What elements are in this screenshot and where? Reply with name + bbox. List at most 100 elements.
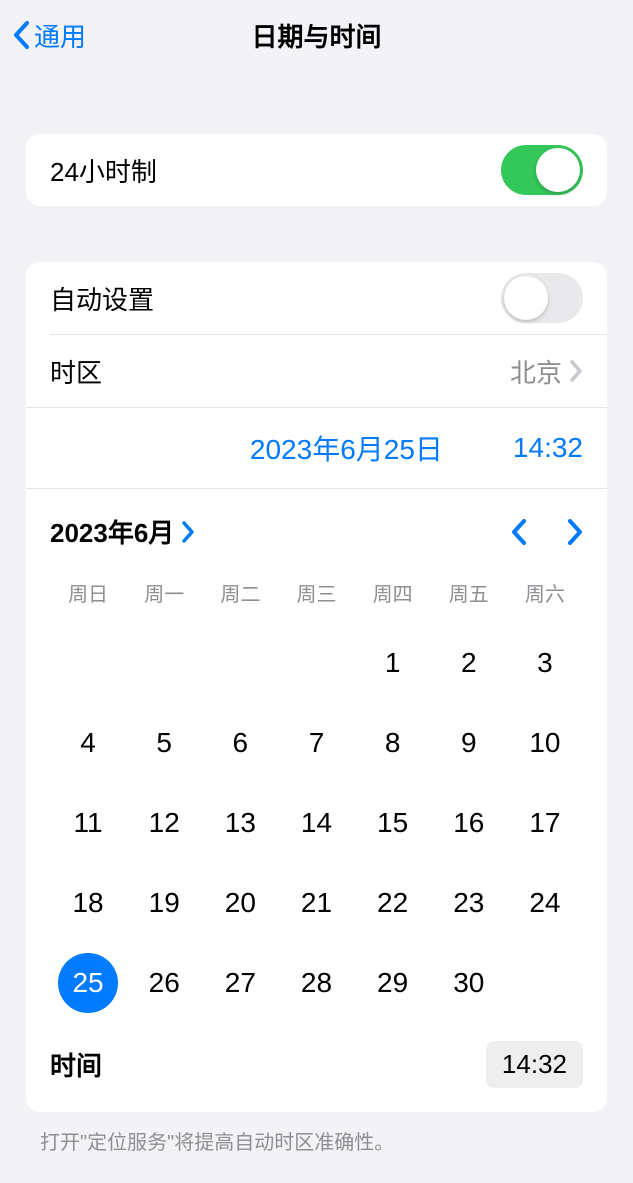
time-picker-value[interactable]: 14:32	[486, 1041, 583, 1088]
footer-note: 打开"定位服务"将提高自动时区准确性。	[0, 1112, 633, 1155]
selected-date-display[interactable]: 2023年6月25日	[250, 428, 443, 468]
weekday-label: 周三	[278, 578, 354, 607]
calendar-day[interactable]: 5	[134, 713, 194, 773]
month-picker-button[interactable]: 2023年6月	[50, 513, 195, 550]
back-label: 通用	[34, 17, 86, 54]
month-navigation: 2023年6月	[50, 513, 583, 550]
month-nav-arrows	[511, 518, 583, 546]
calendar-day-cell: 5	[126, 703, 202, 783]
calendar-day[interactable]: 10	[515, 713, 575, 773]
weekday-label: 周六	[507, 578, 583, 607]
time-picker-row: 时间 14:32	[26, 1023, 607, 1112]
switch-knob	[536, 148, 580, 192]
calendar-day-cell: 6	[202, 703, 278, 783]
calendar-day[interactable]: 29	[363, 953, 423, 1013]
calendar-day-cell: 15	[355, 783, 431, 863]
chevron-right-icon	[182, 521, 195, 543]
calendar-day[interactable]: 7	[286, 713, 346, 773]
clock-24h-row: 24小时制	[26, 134, 607, 206]
weekday-label: 周五	[431, 578, 507, 607]
calendar-day-cell: 29	[355, 943, 431, 1023]
calendar-day[interactable]: 3	[515, 633, 575, 693]
calendar-day[interactable]: 22	[363, 873, 423, 933]
weekday-header: 周日周一周二周三周四周五周六	[50, 578, 583, 607]
calendar-day-cell: 10	[507, 703, 583, 783]
switch-knob	[504, 276, 548, 320]
calendar-day-cell: 18	[50, 863, 126, 943]
timezone-row[interactable]: 时区 北京	[26, 335, 607, 407]
calendar-day-cell: 20	[202, 863, 278, 943]
calendar-day[interactable]: 12	[134, 793, 194, 853]
calendar-day-cell: 22	[355, 863, 431, 943]
calendar-day[interactable]: 2	[439, 633, 499, 693]
auto-set-row: 自动设置	[26, 262, 607, 334]
calendar-day[interactable]: 28	[286, 953, 346, 1013]
calendar-day[interactable]: 1	[363, 633, 423, 693]
calendar-day[interactable]: 18	[58, 873, 118, 933]
calendar-day-cell: 4	[50, 703, 126, 783]
calendar-day[interactable]: 26	[134, 953, 194, 1013]
calendar-day[interactable]: 14	[286, 793, 346, 853]
calendar-empty-cell	[202, 623, 278, 703]
calendar-day-cell: 16	[431, 783, 507, 863]
calendar-day-cell: 14	[278, 783, 354, 863]
calendar-day-cell: 11	[50, 783, 126, 863]
calendar-day[interactable]: 25	[58, 953, 118, 1013]
calendar-day[interactable]: 11	[58, 793, 118, 853]
timezone-value-group: 北京	[510, 353, 583, 390]
calendar-day[interactable]: 15	[363, 793, 423, 853]
calendar-day[interactable]: 8	[363, 713, 423, 773]
calendar-grid: 1234567891011121314151617181920212223242…	[50, 623, 583, 1023]
auto-set-label: 自动设置	[50, 280, 154, 317]
calendar-day-cell: 2	[431, 623, 507, 703]
weekday-label: 周四	[355, 578, 431, 607]
page-title: 日期与时间	[251, 17, 381, 54]
calendar-day[interactable]: 20	[210, 873, 270, 933]
calendar-day-cell: 26	[126, 943, 202, 1023]
calendar-day-cell: 27	[202, 943, 278, 1023]
calendar-day[interactable]: 21	[286, 873, 346, 933]
calendar-day[interactable]: 17	[515, 793, 575, 853]
calendar-empty-cell	[278, 623, 354, 703]
timezone-label: 时区	[50, 353, 102, 390]
calendar-day-cell: 25	[50, 943, 126, 1023]
calendar-day[interactable]: 27	[210, 953, 270, 1013]
month-label: 2023年6月	[50, 513, 174, 550]
chevron-right-icon	[570, 360, 583, 382]
date-time-display-row: 2023年6月25日 14:32	[26, 408, 607, 488]
selected-time-display[interactable]: 14:32	[513, 432, 583, 464]
calendar-empty-cell	[126, 623, 202, 703]
clock-24h-label: 24小时制	[50, 152, 157, 189]
calendar-day[interactable]: 9	[439, 713, 499, 773]
calendar-day[interactable]: 16	[439, 793, 499, 853]
auto-set-toggle[interactable]	[501, 273, 583, 323]
calendar-day-cell: 9	[431, 703, 507, 783]
calendar-day-cell: 7	[278, 703, 354, 783]
calendar-day[interactable]: 23	[439, 873, 499, 933]
calendar-day[interactable]: 19	[134, 873, 194, 933]
next-month-button[interactable]	[567, 518, 583, 546]
clock-24h-toggle[interactable]	[501, 145, 583, 195]
calendar-day[interactable]: 4	[58, 713, 118, 773]
calendar-day-cell: 23	[431, 863, 507, 943]
calendar-day[interactable]: 6	[210, 713, 270, 773]
calendar-day-cell: 24	[507, 863, 583, 943]
calendar-day-cell: 17	[507, 783, 583, 863]
calendar-day[interactable]: 24	[515, 873, 575, 933]
calendar-day[interactable]: 13	[210, 793, 270, 853]
chevron-left-icon	[12, 20, 30, 50]
calendar-day[interactable]: 30	[439, 953, 499, 1013]
weekday-label: 周二	[202, 578, 278, 607]
time-picker-label: 时间	[50, 1046, 102, 1083]
calendar-day-cell: 19	[126, 863, 202, 943]
weekday-label: 周日	[50, 578, 126, 607]
calendar-day-cell: 3	[507, 623, 583, 703]
timezone-value: 北京	[510, 353, 562, 390]
calendar-day-cell: 28	[278, 943, 354, 1023]
back-button[interactable]: 通用	[0, 17, 86, 54]
calendar-empty-cell	[50, 623, 126, 703]
weekday-label: 周一	[126, 578, 202, 607]
prev-month-button[interactable]	[511, 518, 527, 546]
navigation-header: 通用 日期与时间	[0, 0, 633, 70]
calendar-day-cell: 8	[355, 703, 431, 783]
